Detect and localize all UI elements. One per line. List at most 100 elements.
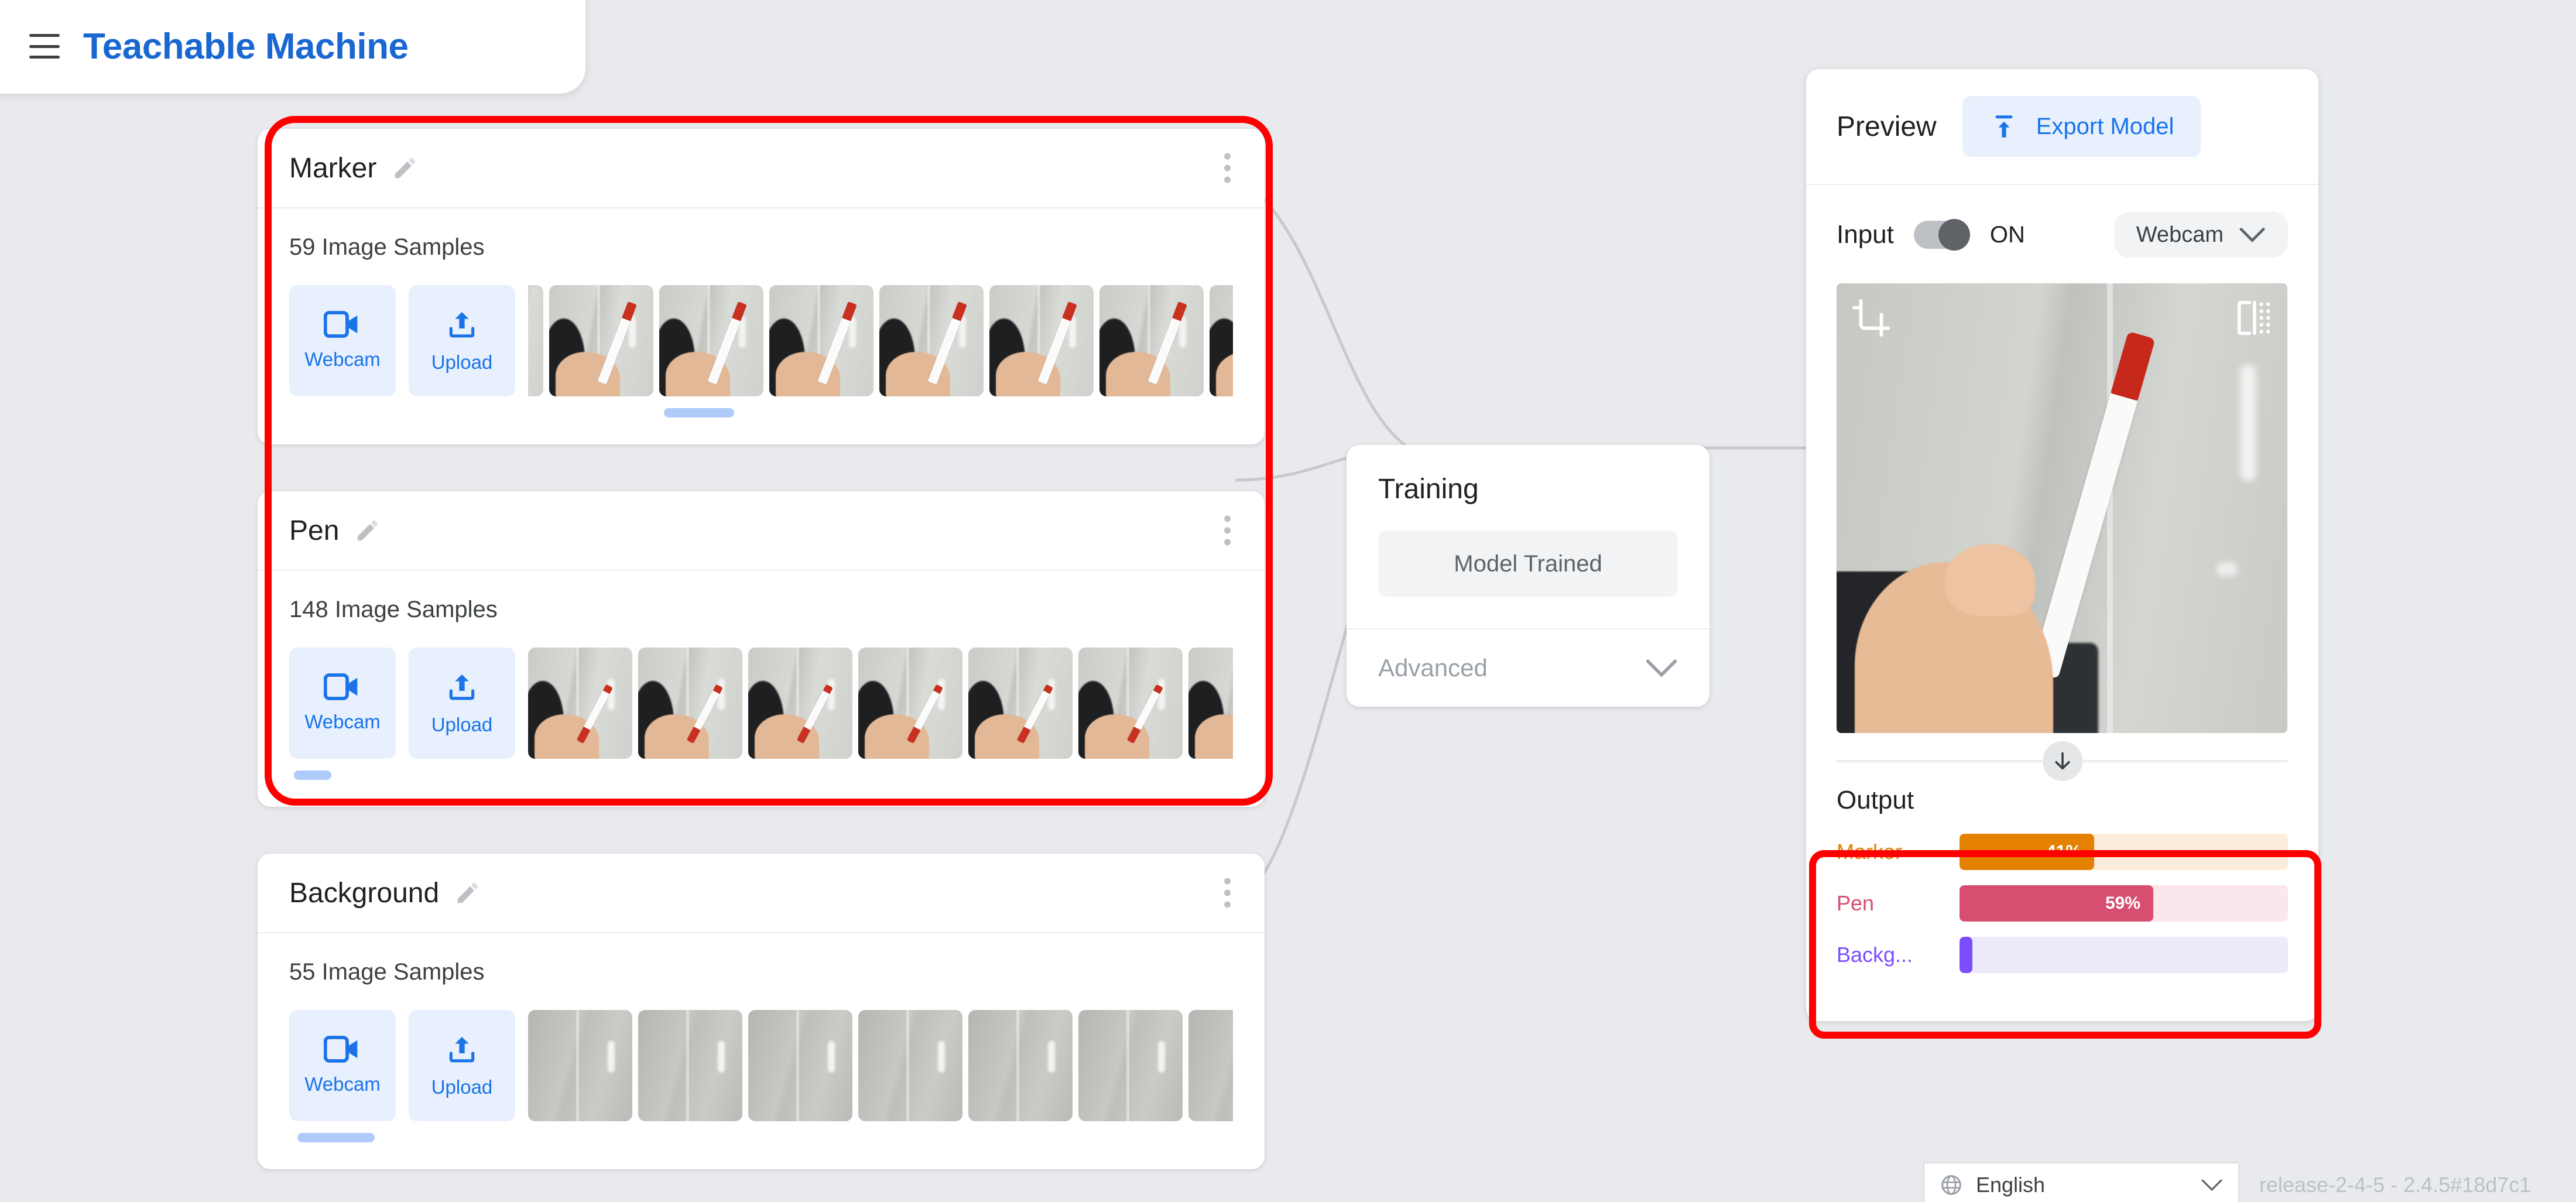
sample-thumbnail[interactable] bbox=[858, 1010, 962, 1121]
app-title: Teachable Machine bbox=[83, 26, 409, 67]
output-class-label: Marker bbox=[1837, 840, 1903, 864]
app-header: Teachable Machine bbox=[0, 0, 585, 94]
upload-icon bbox=[449, 1037, 475, 1063]
class-menu-icon[interactable] bbox=[1224, 515, 1231, 546]
advanced-label: Advanced bbox=[1378, 654, 1488, 682]
training-title: Training bbox=[1378, 474, 1479, 505]
version-label: release-2-4-5 - 2.4.5#18d7c1 bbox=[2259, 1173, 2532, 1197]
output-bar-fill bbox=[1960, 937, 1972, 973]
input-controls-row: Input ON Webcam bbox=[1837, 212, 2288, 258]
input-label: Input bbox=[1837, 220, 1894, 249]
crop-icon[interactable] bbox=[1851, 297, 1892, 338]
preview-body: Input ON Webcam bbox=[1806, 185, 2318, 781]
video-camera-icon bbox=[324, 311, 358, 338]
sample-thumbnails-pen[interactable] bbox=[528, 648, 1233, 759]
output-percent-label: 59% bbox=[2105, 893, 2140, 913]
sample-thumbnails-background[interactable] bbox=[528, 1010, 1233, 1121]
sample-thumbnail[interactable] bbox=[879, 285, 984, 396]
sample-thumbnail[interactable] bbox=[748, 1010, 852, 1121]
sample-thumbnail[interactable] bbox=[1188, 648, 1233, 759]
globe-icon bbox=[1941, 1175, 1961, 1195]
sample-thumbnail[interactable] bbox=[528, 285, 543, 396]
input-source-select[interactable]: Webcam bbox=[2113, 212, 2288, 258]
output-bar-fill: 59% bbox=[1960, 885, 2153, 922]
sample-thumbnail[interactable] bbox=[1188, 1010, 1233, 1121]
sample-thumbnail[interactable] bbox=[769, 285, 873, 396]
advanced-toggle-row[interactable]: Advanced bbox=[1347, 629, 1710, 707]
sample-thumbnail[interactable] bbox=[638, 648, 742, 759]
video-camera-icon bbox=[324, 1036, 358, 1063]
sample-thumbnail[interactable] bbox=[748, 648, 852, 759]
output-section: Output Marker 41% Pen 59% Backg... bbox=[1806, 762, 2318, 1021]
class-menu-icon[interactable] bbox=[1224, 878, 1231, 908]
upload-button-pen[interactable]: Upload bbox=[409, 648, 515, 759]
flip-horizontal-icon[interactable] bbox=[2232, 297, 2273, 338]
sample-count-label: 55 Image Samples bbox=[289, 959, 485, 985]
chevron-down-icon bbox=[1646, 659, 1677, 677]
output-bar-track: 41% bbox=[1960, 834, 2288, 870]
class-menu-icon[interactable] bbox=[1224, 153, 1231, 183]
class-list: Marker 59 Image Samples Webcam Upload Pe… bbox=[258, 129, 1265, 1202]
sample-thumbnail[interactable] bbox=[968, 648, 1073, 759]
class-name-label: Marker bbox=[289, 152, 377, 184]
training-to-preview-connector bbox=[1701, 446, 1818, 450]
output-title: Output bbox=[1837, 786, 1914, 814]
video-camera-icon bbox=[324, 673, 358, 700]
sample-thumbnail[interactable] bbox=[528, 1010, 632, 1121]
sample-thumbnail[interactable] bbox=[528, 648, 632, 759]
class-header: Pen bbox=[258, 491, 1265, 571]
edit-pencil-icon[interactable] bbox=[392, 155, 419, 182]
upload-icon bbox=[449, 674, 475, 700]
webcam-button-background[interactable]: Webcam bbox=[289, 1010, 396, 1121]
webcam-label: Webcam bbox=[304, 1073, 381, 1095]
class-name-label: Pen bbox=[289, 515, 340, 546]
sample-thumbnail[interactable] bbox=[1078, 1010, 1183, 1121]
class-header: Background bbox=[258, 854, 1265, 933]
input-toggle[interactable] bbox=[1913, 219, 1970, 251]
output-bar-track: 59% bbox=[1960, 885, 2288, 922]
thumbnail-scrollbar[interactable] bbox=[294, 770, 331, 780]
output-row-pen: Pen 59% bbox=[1837, 885, 2288, 922]
export-model-button[interactable]: Export Model bbox=[1962, 96, 2201, 157]
hamburger-menu-icon[interactable] bbox=[29, 34, 60, 59]
sample-thumbnail[interactable] bbox=[968, 1010, 1073, 1121]
sample-thumbnail[interactable] bbox=[659, 285, 763, 396]
edit-pencil-icon[interactable] bbox=[354, 517, 381, 544]
language-select[interactable]: English bbox=[1923, 1162, 2239, 1202]
upload-button-background[interactable]: Upload bbox=[409, 1010, 515, 1121]
sample-thumbnail[interactable] bbox=[638, 1010, 742, 1121]
export-model-label: Export Model bbox=[2036, 113, 2174, 139]
class-card-pen: Pen 148 Image Samples Webcam Upload bbox=[258, 491, 1265, 807]
sample-source-row: Webcam Upload bbox=[289, 285, 1233, 396]
output-percent-label: 41% bbox=[2046, 842, 2081, 861]
webcam-button-pen[interactable]: Webcam bbox=[289, 648, 396, 759]
class-name-label: Background bbox=[289, 877, 440, 909]
thumbnail-scrollbar[interactable] bbox=[664, 408, 734, 417]
sample-count-label: 59 Image Samples bbox=[289, 234, 485, 260]
webcam-label: Webcam bbox=[304, 711, 381, 732]
webcam-preview-video[interactable] bbox=[1837, 283, 2287, 733]
input-source-label: Webcam bbox=[2136, 222, 2224, 247]
webcam-button-marker[interactable]: Webcam bbox=[289, 285, 396, 396]
output-row-background: Backg... bbox=[1837, 937, 2288, 973]
edit-pencil-icon[interactable] bbox=[454, 879, 481, 906]
training-top: Training Model Trained bbox=[1347, 445, 1710, 629]
sample-thumbnail[interactable] bbox=[549, 285, 653, 396]
sample-thumbnails-marker[interactable] bbox=[528, 285, 1233, 396]
sample-thumbnail[interactable] bbox=[1078, 648, 1183, 759]
class-header: Marker bbox=[258, 129, 1265, 208]
input-toggle-state: ON bbox=[1989, 221, 2025, 248]
sample-thumbnail[interactable] bbox=[1099, 285, 1204, 396]
sample-source-row: Webcam Upload bbox=[289, 1010, 1233, 1121]
sample-thumbnail[interactable] bbox=[858, 648, 962, 759]
sample-thumbnail[interactable] bbox=[989, 285, 1094, 396]
class-body: 59 Image Samples Webcam Upload bbox=[258, 208, 1265, 444]
thumbnail-scrollbar[interactable] bbox=[297, 1133, 375, 1142]
sample-count-label: 148 Image Samples bbox=[289, 597, 498, 622]
upload-button-marker[interactable]: Upload bbox=[409, 285, 515, 396]
class-card-marker: Marker 59 Image Samples Webcam Upload bbox=[258, 129, 1265, 444]
upload-icon bbox=[449, 312, 475, 338]
chevron-down-icon bbox=[2201, 1179, 2222, 1191]
train-model-button[interactable]: Model Trained bbox=[1378, 531, 1678, 597]
sample-thumbnail[interactable] bbox=[1210, 285, 1233, 396]
